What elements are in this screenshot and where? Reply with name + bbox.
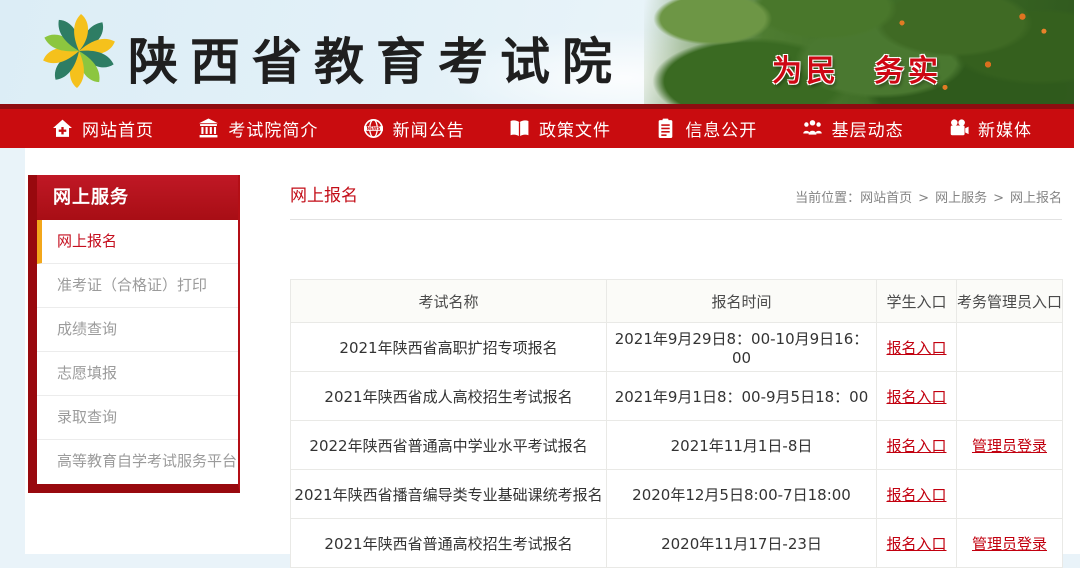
sidebar-item-0[interactable]: 网上报名 — [37, 220, 238, 264]
breadcrumb-item-2: 网上报名 — [1009, 191, 1062, 206]
breadcrumb-prefix: 当前位置： — [795, 191, 861, 206]
registration-time-cell: 2021年9月29日8：00-10月9日16：00 — [606, 322, 877, 372]
student-entry-cell: 报名入口 — [876, 469, 957, 519]
sidebar-online-services: 网上服务 网上报名 准考证（合格证）打印 成绩查询 志愿填报 录取查询 高等教育自学考试服… — [28, 175, 240, 493]
table-row: 2021年陕西省播音编导类专业基础课统考报名 2020年12月5日8:00-7日1… — [290, 469, 1063, 519]
column-header-1: 报名时间 — [606, 279, 877, 323]
student-entry-cell: 报名入口 — [876, 518, 957, 568]
document-icon — [655, 118, 676, 139]
column-header-3: 考务管理员入口 — [956, 279, 1063, 323]
nav-item-label: 新媒体 — [977, 121, 1032, 141]
exam-name-cell: 2021年陕西省成人高校招生考试报名 — [290, 371, 607, 421]
breadcrumb-separator: > — [918, 191, 930, 206]
admin-entry-cell — [956, 322, 1063, 372]
svg-text:NEWS: NEWS — [366, 126, 380, 131]
breadcrumb: 当前位置：网站首页 > 网上服务 > 网上报名 — [795, 187, 1062, 206]
nav-item-news-globe[interactable]: NEWS 新闻公告 — [363, 116, 465, 141]
breadcrumb-item-1[interactable]: 网上服务 — [935, 191, 987, 206]
student-entry-link[interactable]: 报名入口 — [886, 535, 946, 553]
exam-name-cell: 2022年陕西省普通高中学业水平考试报名 — [290, 420, 607, 470]
sidebar-title: 网上服务 — [37, 175, 238, 220]
video-camera-icon — [948, 118, 969, 139]
nav-item-label: 基层动态 — [831, 121, 904, 141]
registration-time-cell: 2021年11月1日-8日 — [606, 420, 877, 470]
breadcrumb-separator: > — [993, 191, 1004, 206]
building-icon — [198, 118, 219, 139]
sidebar-menu: 网上报名 准考证（合格证）打印 成绩查询 志愿填报 录取查询 高等教育自学考试服务平台 — [37, 220, 238, 484]
slogan-text: 为民 务实 — [772, 54, 942, 89]
main-nav: 网站首页 考试院简介 NEWS 新闻公告 政策文件 信息公开 基层动态 新媒体 — [0, 104, 1074, 148]
admin-entry-cell: 管理员登录 — [956, 518, 1063, 568]
column-header-2: 学生入口 — [876, 279, 957, 323]
nav-item-building[interactable]: 考试院简介 — [198, 116, 318, 141]
nav-item-people[interactable]: 基层动态 — [802, 116, 904, 141]
student-entry-cell: 报名入口 — [876, 322, 957, 372]
student-entry-cell: 报名入口 — [876, 371, 957, 421]
main-content: 网上报名 当前位置：网站首页 > 网上服务 > 网上报名 考试名称 报名时间 学生入口 考务管… — [290, 148, 1063, 568]
sidebar-item-2[interactable]: 成绩查询 — [37, 308, 238, 352]
site-header: 陕西省教育考试院 为民 务实 — [0, 0, 1074, 104]
nav-item-label: 网站首页 — [82, 121, 154, 141]
people-icon — [802, 118, 823, 139]
page-title: 网上报名 — [290, 186, 358, 206]
sidebar-item-3[interactable]: 志愿填报 — [37, 352, 238, 396]
nav-item-video-camera[interactable]: 新媒体 — [948, 116, 1032, 141]
exam-name-cell: 2021年陕西省普通高校招生考试报名 — [290, 518, 607, 568]
table-row: 2022年陕西省普通高中学业水平考试报名 2021年11月1日-8日 报名入口 管理员… — [290, 420, 1063, 470]
table-row: 2021年陕西省高职扩招专项报名 2021年9月29日8：00-10月9日16：0… — [290, 322, 1063, 372]
pinwheel-logo-icon — [43, 13, 115, 89]
site-title: 陕西省教育考试院 — [128, 32, 624, 91]
registration-time-cell: 2021年9月1日8：00-9月5日18：00 — [606, 371, 877, 421]
student-entry-link[interactable]: 报名入口 — [886, 339, 946, 357]
registration-time-cell: 2020年11月17日-23日 — [606, 518, 877, 568]
table-header-row: 考试名称 报名时间 学生入口 考务管理员入口 — [290, 279, 1063, 323]
student-entry-link[interactable]: 报名入口 — [886, 486, 946, 504]
registration-time-cell: 2020年12月5日8:00-7日18:00 — [606, 469, 877, 519]
admin-entry-cell: 管理员登录 — [956, 420, 1063, 470]
table-row: 2021年陕西省普通高校招生考试报名 2020年11月17日-23日 报名入口 管理员… — [290, 518, 1063, 568]
admin-login-link[interactable]: 管理员登录 — [972, 535, 1047, 553]
sidebar-item-4[interactable]: 录取查询 — [37, 396, 238, 440]
exam-table: 考试名称 报名时间 学生入口 考务管理员入口 2021年陕西省高职扩招专项报名 2021… — [290, 279, 1063, 568]
nav-item-open-book[interactable]: 政策文件 — [509, 116, 611, 141]
nav-item-label: 新闻公告 — [392, 121, 465, 141]
admin-entry-cell — [956, 469, 1063, 519]
sidebar-item-5[interactable]: 高等教育自学考试服务平台 — [37, 440, 238, 484]
breadcrumb-item-0[interactable]: 网站首页 — [860, 191, 912, 206]
page-right-gutter — [1074, 0, 1080, 554]
admin-entry-cell — [956, 371, 1063, 421]
home-icon — [52, 118, 73, 139]
student-entry-link[interactable]: 报名入口 — [886, 388, 946, 406]
table-row: 2021年陕西省成人高校招生考试报名 2021年9月1日8：00-9月5日18：0… — [290, 371, 1063, 421]
header-leaves-photo: 为民 务实 — [644, 0, 1074, 104]
nav-item-label: 信息公开 — [685, 121, 758, 141]
nav-item-label: 政策文件 — [538, 121, 611, 141]
column-header-0: 考试名称 — [290, 279, 607, 323]
student-entry-link[interactable]: 报名入口 — [886, 437, 946, 455]
student-entry-cell: 报名入口 — [876, 420, 957, 470]
open-book-icon — [509, 118, 530, 139]
nav-item-label: 考试院简介 — [228, 121, 319, 141]
title-divider — [290, 219, 1062, 220]
sidebar-item-1[interactable]: 准考证（合格证）打印 — [37, 264, 238, 308]
exam-name-cell: 2021年陕西省播音编导类专业基础课统考报名 — [290, 469, 607, 519]
exam-name-cell: 2021年陕西省高职扩招专项报名 — [290, 322, 607, 372]
nav-item-home[interactable]: 网站首页 — [52, 116, 154, 141]
news-globe-icon: NEWS — [363, 118, 384, 139]
nav-item-document[interactable]: 信息公开 — [655, 116, 757, 141]
admin-login-link[interactable]: 管理员登录 — [972, 437, 1047, 455]
